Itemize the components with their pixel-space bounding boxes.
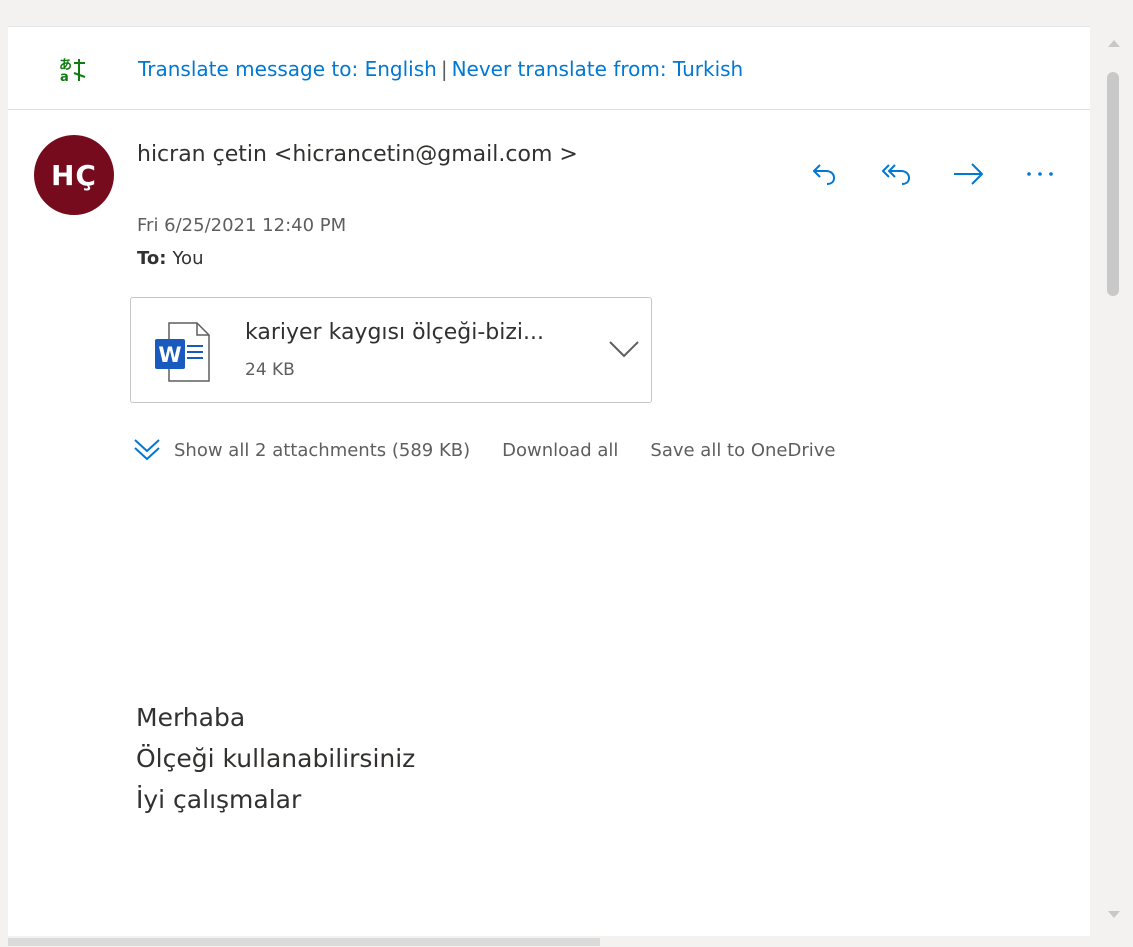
- more-actions-icon: [1027, 172, 1053, 176]
- translate-to-english-link[interactable]: Translate message to: English: [138, 57, 437, 81]
- scroll-up-arrow-icon[interactable]: [1107, 38, 1121, 48]
- body-line: Merhaba: [136, 703, 246, 732]
- body-line: İyi çalışmalar: [136, 785, 302, 814]
- forward-icon: [954, 163, 983, 185]
- body-line: Ölçeği kullanabilirsiniz: [136, 744, 416, 773]
- reply-all-icon: [882, 164, 911, 185]
- message-date: Fri 6/25/2021 12:40 PM: [137, 215, 347, 236]
- svg-text:a: a: [60, 70, 69, 83]
- message-body: Merhaba Ölçeği kullanabilirsiniz İyi çal…: [136, 697, 415, 820]
- translate-icon: あ a: [59, 58, 86, 83]
- reply-button[interactable]: [800, 157, 848, 191]
- attachment-size: 24 KB: [245, 360, 295, 380]
- sender-name[interactable]: hicran çetin <hicrancetin@gmail.com >: [137, 137, 617, 173]
- reply-all-button[interactable]: [872, 157, 920, 191]
- attachment-name: kariyer kaygısı ölçeği-bizi...: [245, 320, 545, 345]
- never-translate-link[interactable]: Never translate from: Turkish: [452, 57, 744, 81]
- attachment-links: Show all 2 attachments (589 KB) Download…: [132, 435, 867, 465]
- recipient-line: To: You: [137, 248, 203, 269]
- scroll-down-arrow-icon[interactable]: [1107, 910, 1121, 920]
- double-chevron-down-icon: [134, 439, 160, 461]
- message-actions: [800, 157, 1064, 191]
- recipient-value[interactable]: You: [172, 248, 203, 269]
- svg-text:W: W: [158, 343, 181, 367]
- horizontal-scrollbar[interactable]: [8, 936, 1090, 947]
- sender-avatar[interactable]: HÇ: [34, 135, 114, 215]
- to-label: To:: [137, 248, 167, 269]
- save-to-onedrive-button[interactable]: Save all to OneDrive: [650, 440, 835, 461]
- translate-bar: あ a Translate message to: English | Never …: [8, 27, 1090, 110]
- vertical-scrollbar[interactable]: [1093, 26, 1133, 936]
- show-all-attachments-label: Show all 2 attachments (589 KB): [174, 439, 471, 461]
- translate-text: Translate message to: English | Never tran…: [138, 57, 743, 81]
- reading-pane: あ a Translate message to: English | Never …: [8, 26, 1090, 937]
- download-all-button[interactable]: Download all: [502, 440, 618, 461]
- vertical-scrollbar-thumb[interactable]: [1107, 72, 1119, 296]
- translate-separator: |: [440, 57, 448, 81]
- attachment-card[interactable]: W kariyer kaygısı ölçeği-bizi... 24 KB: [130, 297, 652, 403]
- more-actions-button[interactable]: [1016, 157, 1064, 191]
- reply-icon: [813, 164, 836, 185]
- show-all-attachments-button[interactable]: Show all 2 attachments (589 KB): [132, 435, 470, 465]
- chevron-down-icon[interactable]: [607, 336, 641, 362]
- horizontal-scrollbar-thumb[interactable]: [8, 938, 600, 946]
- word-document-icon: W: [155, 322, 210, 382]
- forward-button[interactable]: [944, 157, 992, 191]
